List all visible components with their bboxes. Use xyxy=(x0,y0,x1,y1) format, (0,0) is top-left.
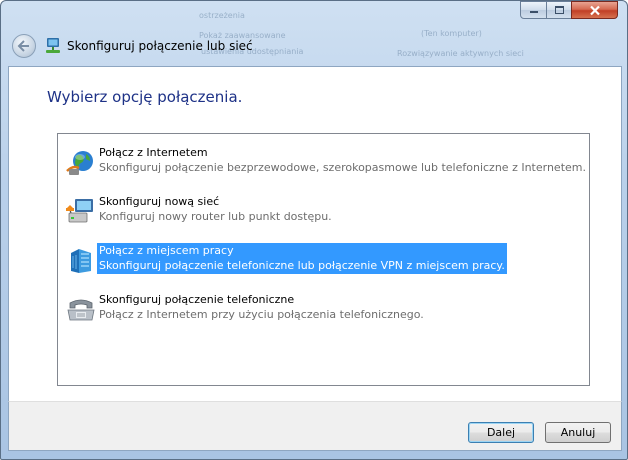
next-button[interactable]: Dalej xyxy=(468,422,534,443)
maximize-button[interactable] xyxy=(546,1,572,19)
option-setup-new-network[interactable]: Skonfiguruj nową sieć Konfiguruj nowy ro… xyxy=(65,194,485,226)
network-connection-icon xyxy=(46,38,60,53)
maximize-icon xyxy=(554,6,564,14)
option-connect-workplace[interactable]: Połącz z miejscem pracy Skonfiguruj połą… xyxy=(65,243,507,275)
telephone-modem-icon xyxy=(67,299,95,321)
content-area: Wybierz opcję połączenia. Połącz z Inter… xyxy=(8,66,622,402)
option-description: Konfiguruj nowy router lub punkt dostępu… xyxy=(99,210,332,223)
globe-network-icon xyxy=(66,151,93,175)
window-title: Skonfiguruj połączenie lub sieć xyxy=(67,39,253,53)
option-description: Skonfiguruj połączenie telefoniczne lub … xyxy=(99,259,505,272)
option-title: Połącz z Internetem xyxy=(99,146,208,159)
back-arrow-icon xyxy=(17,40,29,52)
connection-options-list: Połącz z Internetem Skonfiguruj połączen… xyxy=(57,133,590,386)
close-icon xyxy=(589,5,600,15)
option-title: Skonfiguruj połączenie telefoniczne xyxy=(99,293,295,306)
close-button[interactable] xyxy=(571,1,618,19)
background-ghost-text: ostrzeżenia xyxy=(199,11,245,20)
option-setup-dialup[interactable]: Skonfiguruj połączenie telefoniczne Połą… xyxy=(65,292,485,324)
workplace-building-icon xyxy=(71,249,91,273)
back-button[interactable] xyxy=(12,34,36,58)
option-description: Skonfiguruj połączenie bezprzewodowe, sz… xyxy=(99,161,586,174)
background-ghost-text: (Ten komputer) xyxy=(421,29,482,38)
option-title: Połącz z miejscem pracy xyxy=(99,244,234,257)
background-ghost-text: Rozwiązywanie aktywnych sieci xyxy=(397,49,524,58)
button-bar: Dalej Anuluj xyxy=(8,401,622,451)
page-heading: Wybierz opcję połączenia. xyxy=(47,88,243,106)
cancel-button[interactable]: Anuluj xyxy=(545,422,611,443)
network-setup-icon xyxy=(66,199,93,223)
dialog-window: ostrzeżenia Pokaż zaawansowane ustawieni… xyxy=(0,0,628,460)
minimize-button[interactable] xyxy=(520,1,547,19)
option-description: Połącz z Internetem przy użyciu połączen… xyxy=(99,308,424,321)
option-connect-internet[interactable]: Połącz z Internetem Skonfiguruj połączen… xyxy=(65,145,586,177)
option-title: Skonfiguruj nową sieć xyxy=(99,195,220,208)
minimize-icon xyxy=(529,11,538,13)
